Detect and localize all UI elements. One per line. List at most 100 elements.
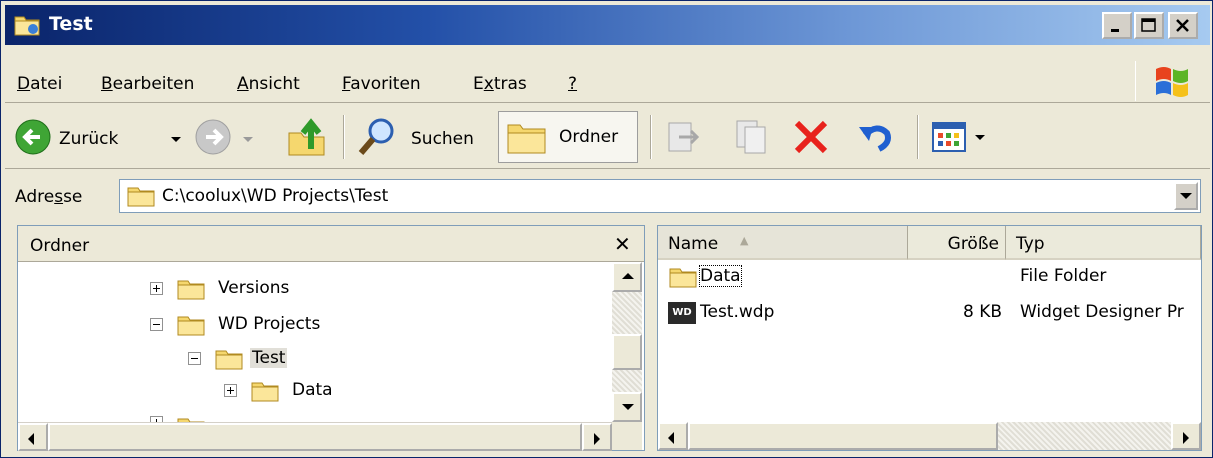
collapse-icon[interactable] xyxy=(188,352,201,365)
address-field[interactable]: C:\coolux\WD Projects\Test xyxy=(119,179,1201,213)
wdp-file-icon: WD xyxy=(668,302,696,324)
list-item[interactable]: Data File Folder xyxy=(658,262,1203,292)
copy-to-button[interactable] xyxy=(733,113,777,161)
back-button[interactable]: Zurück xyxy=(13,113,193,161)
move-to-icon xyxy=(668,122,700,152)
folder-open-icon xyxy=(177,316,205,336)
file-name: Test.wdp xyxy=(700,302,775,322)
folders-pane-title: Ordner xyxy=(30,236,90,256)
scroll-up-button[interactable] xyxy=(612,262,642,292)
file-list-pane: Name ▲ Größe Typ Data File Folder WD Tes… xyxy=(657,225,1202,451)
folders-button[interactable]: Ordner xyxy=(498,111,638,163)
column-header-type[interactable]: Typ xyxy=(1006,226,1201,260)
folder-open-icon xyxy=(215,350,243,370)
horizontal-scrollbar[interactable] xyxy=(658,422,1201,450)
pane-close-icon[interactable]: ✕ xyxy=(614,232,631,256)
menu-datei[interactable]: Datei xyxy=(17,74,62,94)
views-icon xyxy=(932,122,966,152)
address-dropdown-button[interactable] xyxy=(1174,182,1198,210)
close-button[interactable] xyxy=(1168,12,1198,39)
explorer-window: Test Datei Bearbeiten Ansicht Favoriten … xyxy=(0,0,1213,458)
toolbar-separator xyxy=(650,115,652,159)
tree-item-data[interactable]: Data xyxy=(220,376,520,406)
arrow-up-icon xyxy=(622,273,634,279)
chevron-down-icon xyxy=(1180,193,1192,199)
search-button[interactable]: Suchen xyxy=(355,113,487,161)
menu-help[interactable]: ? xyxy=(568,74,577,94)
tree-item-clipped xyxy=(146,414,346,422)
arrow-right-icon xyxy=(1183,432,1189,444)
expand-icon[interactable] xyxy=(224,384,237,397)
address-path: C:\coolux\WD Projects\Test xyxy=(162,186,389,206)
menu-favoriten[interactable]: Favoriten xyxy=(342,74,421,94)
folder-icon xyxy=(127,187,155,207)
close-icon xyxy=(1176,19,1189,32)
address-label: Adresse xyxy=(15,187,83,207)
scroll-thumb[interactable] xyxy=(688,422,998,450)
tree-item-test[interactable]: Test xyxy=(184,344,484,374)
minimize-button[interactable] xyxy=(1102,12,1132,39)
address-bar: Adresse C:\coolux\WD Projects\Test xyxy=(5,173,1210,219)
folders-icon xyxy=(507,124,546,154)
menu-bar: Datei Bearbeiten Ansicht Favoriten Extra… xyxy=(5,57,1210,103)
vertical-scrollbar[interactable] xyxy=(612,262,642,422)
folder-icon xyxy=(251,382,279,402)
scroll-left-button[interactable] xyxy=(658,422,688,450)
folder-icon xyxy=(669,268,697,288)
up-folder-icon xyxy=(288,118,325,156)
menu-bearbeiten[interactable]: Bearbeiten xyxy=(101,74,194,94)
menu-ansicht[interactable]: Ansicht xyxy=(237,74,300,94)
maximize-icon xyxy=(1141,18,1156,32)
search-icon xyxy=(358,118,394,155)
scroll-right-button[interactable] xyxy=(582,423,612,451)
file-size: 8 KB xyxy=(962,302,1002,322)
up-folder-button[interactable] xyxy=(285,113,333,161)
list-item[interactable]: WD Test.wdp 8 KB Widget Designer Pr xyxy=(658,298,1203,328)
standard-toolbar: Zurück Suchen Ordner xyxy=(5,105,1210,169)
arrow-down-icon xyxy=(622,404,634,410)
forward-arrow-icon xyxy=(195,119,231,155)
column-header-name[interactable]: Name ▲ xyxy=(658,226,908,260)
forward-button[interactable] xyxy=(193,113,263,161)
minimize-icon xyxy=(1111,29,1119,32)
file-type: Widget Designer Pr xyxy=(1020,302,1184,322)
folder-icon xyxy=(177,280,205,300)
scroll-down-button[interactable] xyxy=(612,392,642,422)
toolbar-separator xyxy=(917,115,919,159)
move-to-button[interactable] xyxy=(663,113,707,161)
menu-extras[interactable]: Extras xyxy=(473,74,527,94)
scroll-right-button[interactable] xyxy=(1171,422,1201,450)
file-name: Data xyxy=(699,265,742,287)
scroll-left-button[interactable] xyxy=(18,423,48,451)
delete-button[interactable] xyxy=(791,113,835,161)
views-dropdown-icon[interactable] xyxy=(975,135,985,140)
back-dropdown-icon[interactable] xyxy=(171,137,181,142)
forward-dropdown-icon[interactable] xyxy=(243,137,253,142)
scroll-thumb[interactable] xyxy=(48,423,582,451)
toolbar-separator xyxy=(343,115,345,159)
arrow-left-icon xyxy=(28,433,34,445)
maximize-button[interactable] xyxy=(1134,12,1164,39)
folders-pane-header: Ordner ✕ xyxy=(18,226,644,262)
title-bar[interactable]: Test xyxy=(5,5,1210,45)
horizontal-scrollbar[interactable] xyxy=(18,422,612,451)
tree-item-versions[interactable]: Versions xyxy=(146,274,446,304)
folder-window-icon xyxy=(14,16,40,36)
sort-ascending-icon: ▲ xyxy=(740,234,749,247)
expand-icon[interactable] xyxy=(150,282,163,295)
scroll-corner xyxy=(612,422,642,450)
views-button[interactable] xyxy=(929,113,991,161)
windows-logo xyxy=(1135,61,1205,101)
folder-icon xyxy=(177,418,205,422)
undo-icon xyxy=(859,125,891,152)
copy-to-icon xyxy=(736,120,766,154)
back-arrow-icon xyxy=(15,119,51,155)
collapse-icon[interactable] xyxy=(150,318,163,331)
tree-item-wd-projects[interactable]: WD Projects xyxy=(146,310,446,340)
file-type: File Folder xyxy=(1020,266,1107,286)
column-header-size[interactable]: Größe xyxy=(908,226,1006,260)
undo-button[interactable] xyxy=(855,113,899,161)
folders-pane: Ordner ✕ Versions WD Projects Test Data xyxy=(17,225,645,451)
scroll-thumb[interactable] xyxy=(612,334,642,370)
windows-flag-icon xyxy=(1156,67,1188,97)
